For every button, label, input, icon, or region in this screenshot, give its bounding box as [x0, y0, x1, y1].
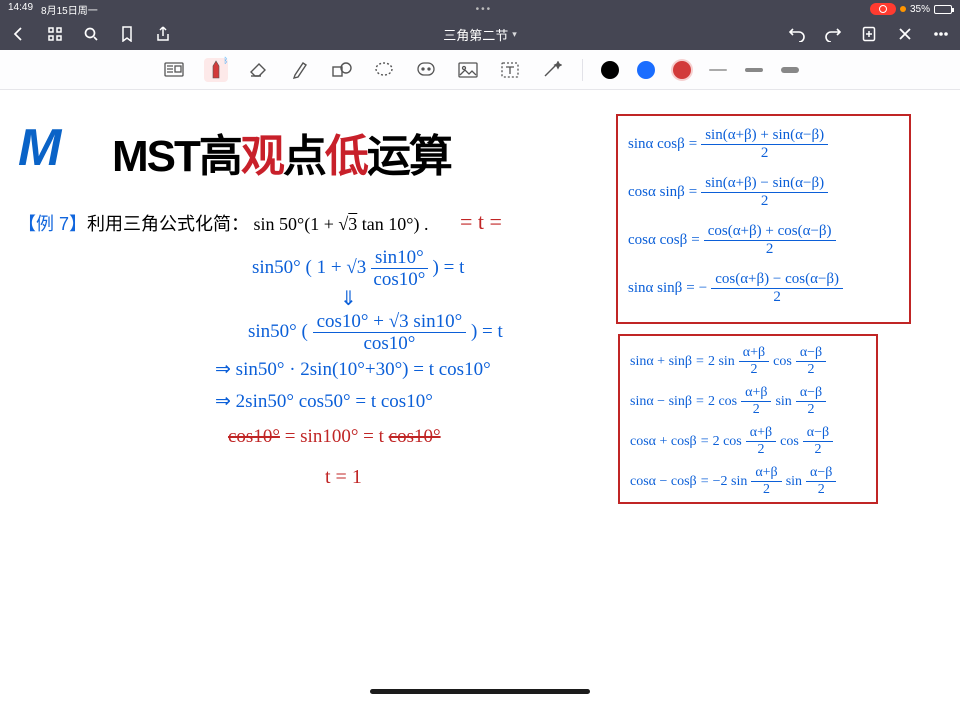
- undo-icon[interactable]: [788, 25, 806, 43]
- close-icon[interactable]: [896, 25, 914, 43]
- back-icon[interactable]: [10, 25, 28, 43]
- document-title-button[interactable]: 三角第二节 ▾: [172, 25, 788, 44]
- document-title: 三角第二节: [443, 25, 508, 44]
- tool-bar: ᛒ: [0, 50, 960, 90]
- hand-eq-t: = t =: [460, 209, 502, 235]
- toolbar-separator: [582, 59, 583, 81]
- highlighter-tool-icon[interactable]: [288, 58, 312, 82]
- stroke-thin[interactable]: [709, 69, 727, 71]
- status-time: 14:49: [8, 2, 33, 17]
- chevron-down-icon: ▾: [512, 29, 517, 40]
- stroke-thick[interactable]: [781, 67, 799, 73]
- text-tool-icon[interactable]: [498, 58, 522, 82]
- problem-statement: 【例 7】利用三角公式化简： sin 50°(1 + √3 tan 10°) .: [18, 210, 428, 236]
- status-ellipsis: •••: [98, 4, 870, 15]
- note-canvas[interactable]: MM MST高观点低运算 【例 7】利用三角公式化简： sin 50°(1 + …: [0, 90, 960, 696]
- hand-line-5: ⇒ 2sin50° cos50° = t cos10°: [215, 390, 433, 413]
- magic-tool-icon[interactable]: [540, 58, 564, 82]
- shape-tool-icon[interactable]: [330, 58, 354, 82]
- bookmark-icon[interactable]: [118, 25, 136, 43]
- grid-icon[interactable]: [46, 25, 64, 43]
- recording-indicator-icon: [870, 3, 896, 15]
- eraser-tool-icon[interactable]: [246, 58, 270, 82]
- color-blue-swatch[interactable]: [637, 61, 655, 79]
- hand-line-2: sin50° ( 1 + √3 sin10°cos10° ) = t: [252, 248, 464, 289]
- hand-line-6: cos10° = sin100° = t cos10°: [228, 426, 441, 448]
- color-black-swatch[interactable]: [601, 61, 619, 79]
- search-icon[interactable]: [82, 25, 100, 43]
- color-red-swatch[interactable]: [673, 61, 691, 79]
- home-indicator[interactable]: [370, 689, 590, 694]
- redo-icon[interactable]: [824, 25, 842, 43]
- pen-tool-icon[interactable]: ᛒ: [204, 58, 228, 82]
- status-date: 8月15日周一: [41, 2, 98, 17]
- battery-percent: 35%: [910, 4, 930, 15]
- formula-box-2: sinα + sinβ= 2 sinα+β2 cosα−β2 sinα − si…: [618, 334, 878, 504]
- hand-line-3: sin50° ( cos10° + √3 sin10°cos10° ) = t: [248, 312, 503, 353]
- banner-text: MST高观点低运算: [112, 120, 451, 184]
- add-page-icon[interactable]: [860, 25, 878, 43]
- stroke-medium[interactable]: [745, 68, 763, 72]
- formula-box-1: sinα cosβ= sin(α+β) + sin(α−β)2 cosα sin…: [616, 114, 911, 324]
- more-icon[interactable]: [932, 25, 950, 43]
- battery-icon: [934, 5, 952, 14]
- app-title-bar: 三角第二节 ▾: [0, 18, 960, 50]
- read-mode-icon[interactable]: [162, 58, 186, 82]
- hand-line-4: ⇒ sin50° · 2sin(10°+30°) = t cos10°: [215, 358, 491, 381]
- mst-logo: MM: [18, 118, 61, 178]
- image-tool-icon[interactable]: [456, 58, 480, 82]
- lasso-tool-icon[interactable]: [372, 58, 396, 82]
- status-bar: 14:49 8月15日周一 ••• 35%: [0, 0, 960, 18]
- bluetooth-badge-icon: ᛒ: [224, 56, 230, 62]
- hand-line-7: t = 1: [325, 466, 362, 489]
- low-power-dot-icon: [900, 6, 906, 12]
- hand-arrow: ⇓: [340, 286, 357, 311]
- sticker-tool-icon[interactable]: [414, 58, 438, 82]
- share-icon[interactable]: [154, 25, 172, 43]
